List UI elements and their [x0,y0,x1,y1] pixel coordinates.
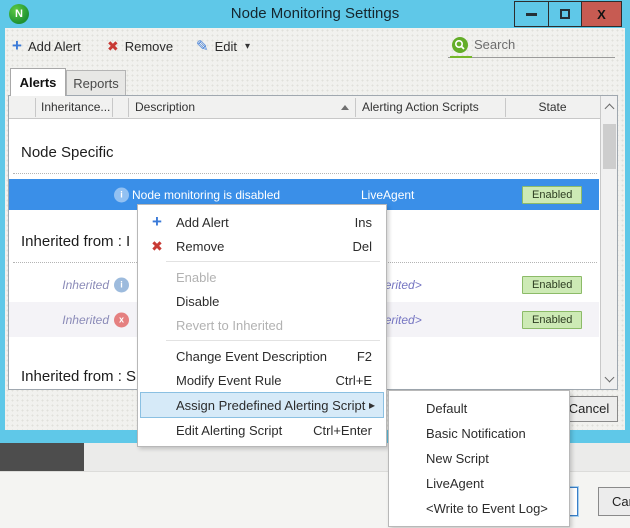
parent-cancel-button[interactable]: Cancel [598,487,630,516]
vertical-scrollbar[interactable] [600,96,617,389]
column-inheritance[interactable]: Inheritance... [41,96,111,119]
menu-item-disable[interactable]: Disable [138,289,386,313]
pencil-icon: ✎ [196,37,209,55]
sort-ascending-icon [341,105,349,110]
minimize-icon [526,13,537,16]
menu-label: Disable [176,294,386,309]
search-input[interactable]: Search [448,34,615,58]
background-dark-bar [0,443,84,471]
search-underline [448,57,615,58]
column-description[interactable]: Description [135,96,335,119]
scrollbar-thumb[interactable] [603,124,616,169]
header-separator [112,98,113,117]
column-state[interactable]: State [506,96,599,119]
column-alerting-action-scripts[interactable]: Alerting Action Scripts [362,96,504,119]
tab-alerts[interactable]: Alerts [10,68,66,96]
search-icon [451,36,469,57]
menu-label: Modify Event Rule [176,373,336,388]
close-button[interactable]: X [581,1,622,27]
menu-shortcut: Ctrl+Enter [313,423,386,438]
scroll-up-icon[interactable] [605,104,615,114]
header-separator [35,98,36,117]
add-alert-button[interactable]: + Add Alert [12,36,81,56]
submenu-item-write-to-event-log[interactable]: <Write to Event Log> [389,496,569,521]
search-underline-accent [450,56,472,58]
edit-dropdown-button[interactable]: ✎ Edit ▾ [196,36,250,56]
plus-icon: + [138,214,176,230]
remove-button[interactable]: ✖ Remove [107,36,173,56]
status-badge: Enabled [522,311,582,329]
menu-label: Revert to Inherited [176,318,386,333]
header-separator [128,98,129,117]
menu-shortcut: F2 [357,349,386,364]
menu-label: Add Alert [176,215,355,230]
maximize-button[interactable] [548,1,582,27]
status-badge: Enabled [522,186,582,204]
inheritance-label: Inherited [49,267,109,302]
remove-label: Remove [125,39,173,54]
remove-icon: ✖ [107,38,119,55]
menu-separator [166,340,380,341]
group-header-node-specific: Node Specific [21,144,114,161]
menu-shortcut: Ins [355,215,386,230]
search-placeholder: Search [474,37,515,52]
add-alert-label: Add Alert [28,39,81,54]
info-icon: i [114,277,129,292]
window-border-right [625,28,630,443]
submenu-arrow-icon: ▸ [369,398,383,412]
info-icon: i [114,187,129,202]
menu-shortcut: Del [352,239,386,254]
screen: Cancel N Node Monitoring Settings X + Ad… [0,0,630,528]
menu-separator [166,261,380,262]
menu-item-add-alert[interactable]: + Add Alert Ins [138,210,386,234]
menu-label: Edit Alerting Script [176,423,313,438]
menu-item-modify-event-rule[interactable]: Modify Event Rule Ctrl+E [138,368,386,392]
titlebar[interactable]: N Node Monitoring Settings X [0,0,630,28]
context-menu: + Add Alert Ins ✖ Remove Del Enable Disa… [137,204,387,447]
submenu-item-new-script[interactable]: New Script [389,446,569,471]
close-icon: X [597,7,606,22]
menu-label: Enable [176,270,386,285]
remove-icon: ✖ [138,238,176,255]
submenu-item-liveagent[interactable]: LiveAgent [389,471,569,496]
menu-label: Remove [176,239,352,254]
alerting-script-submenu: Default Basic Notification New Script Li… [388,390,570,527]
menu-item-change-event-description[interactable]: Change Event Description F2 [138,344,386,368]
chevron-down-icon: ▾ [245,41,250,52]
menu-label: Change Event Description [176,349,357,364]
menu-shortcut: Ctrl+E [336,373,386,388]
plus-icon: + [12,38,22,54]
edit-label: Edit [215,39,237,54]
scroll-down-icon[interactable] [605,373,615,383]
group-header-inherited-2: Inherited from : S [21,368,136,385]
menu-item-assign-predefined-alerting-script[interactable]: Assign Predefined Alerting Script ▸ [140,392,384,418]
group-divider [13,173,597,174]
error-icon: x [114,312,129,327]
menu-item-enable: Enable [138,265,386,289]
menu-item-revert-to-inherited: Revert to Inherited [138,313,386,337]
window-border-left [0,28,5,443]
submenu-item-default[interactable]: Default [389,396,569,421]
status-badge: Enabled [522,276,582,294]
menu-label: Assign Predefined Alerting Script [176,398,369,413]
inheritance-label: Inherited [49,302,109,337]
group-header-inherited-1: Inherited from : I [21,233,130,250]
minimize-button[interactable] [514,1,549,27]
header-separator [355,98,356,117]
tab-reports[interactable]: Reports [66,70,126,96]
maximize-icon [560,9,570,19]
menu-item-remove[interactable]: ✖ Remove Del [138,234,386,258]
submenu-item-basic-notification[interactable]: Basic Notification [389,421,569,446]
menu-item-edit-alerting-script[interactable]: Edit Alerting Script Ctrl+Enter [138,418,386,442]
table-header: Inheritance... Description Alerting Acti… [9,96,617,119]
